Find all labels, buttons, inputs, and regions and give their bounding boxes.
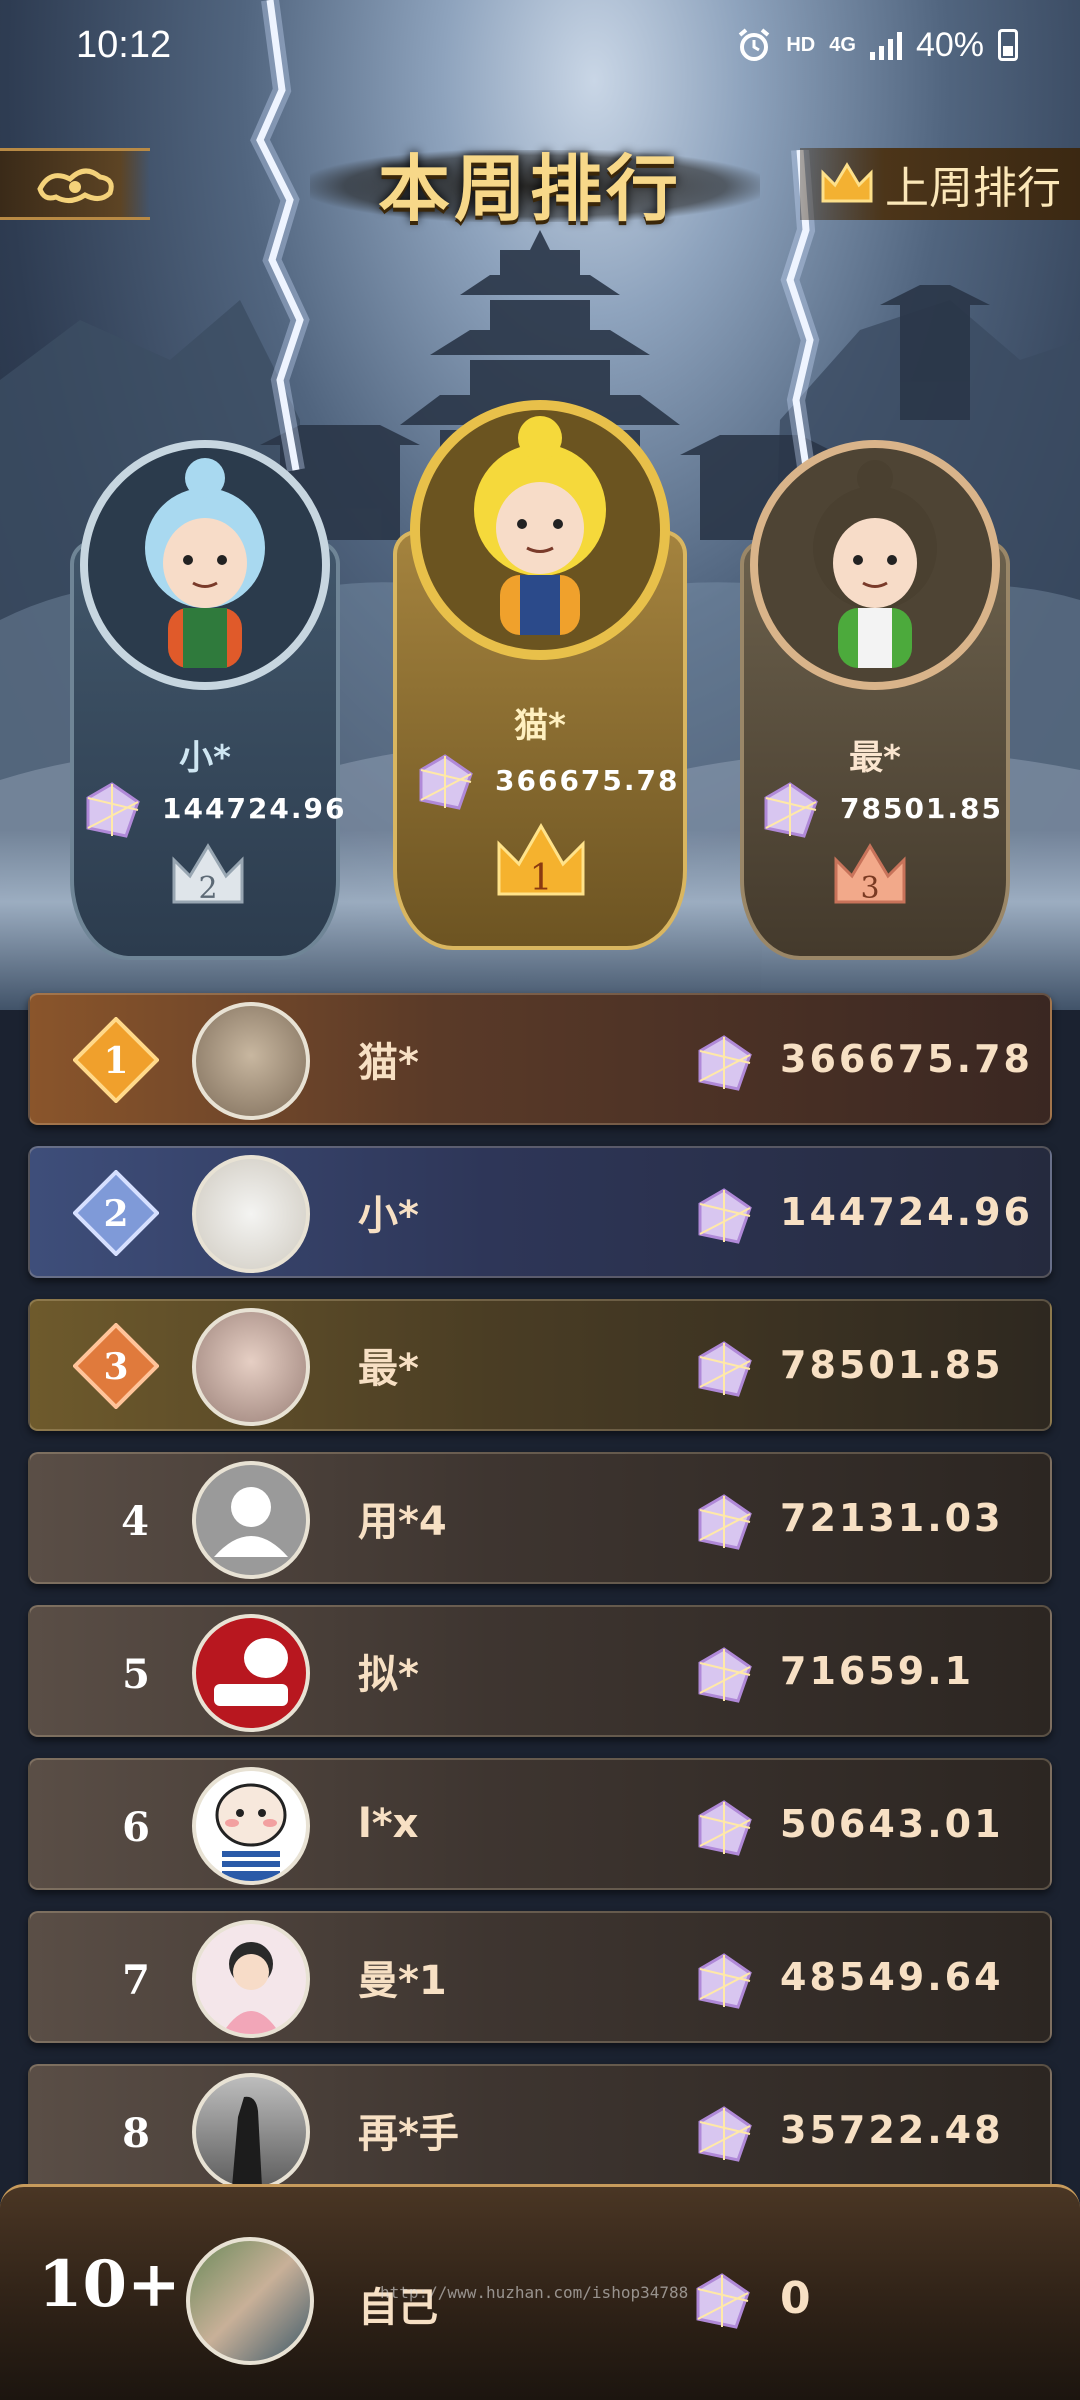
table-row[interactable]: 7 曼*1 48549.64 (28, 1911, 1052, 2043)
podium-score-first: 366675.78 (495, 764, 680, 797)
page-title: 本周排行 (377, 145, 682, 231)
network-indicator: 4G (829, 33, 856, 56)
gold-crown-icon: 1 (497, 823, 585, 899)
avatar (192, 2073, 310, 2191)
back-button[interactable] (0, 148, 150, 220)
table-row[interactable]: 8 再*手 35722.48 (28, 2064, 1052, 2196)
my-ranking-bar[interactable]: 10+ 自己 http://www.huzhan.com/ishop34788 … (0, 2184, 1080, 2400)
gem-icon (698, 1800, 752, 1856)
rank-number: 5 (122, 1651, 150, 1698)
gem-icon (698, 1494, 752, 1550)
user-name: 用*4 (358, 1499, 447, 1545)
gem-icon (696, 2273, 750, 2329)
table-row[interactable]: 3 最* 78501.85 (28, 1299, 1052, 1431)
watermark-text: http://www.huzhan.com/ishop34788 (380, 2283, 689, 2302)
table-row[interactable]: 1 猫* 366675.78 (28, 993, 1052, 1125)
podium-name-second: 小* (179, 738, 231, 778)
avatar (192, 1308, 310, 1426)
signal-icon (869, 32, 902, 60)
rank-badge-gold: 1 (73, 1017, 159, 1103)
avatar (192, 1767, 310, 1885)
user-name: 拟* (358, 1652, 419, 1698)
score-value: 72131.03 (780, 1496, 1004, 1540)
gem-icon (698, 1188, 752, 1244)
avatar (192, 1920, 310, 2038)
rank-number: 4 (121, 1498, 149, 1545)
table-row[interactable]: 2 小* 144724.96 (28, 1146, 1052, 1278)
score-value: 366675.78 (780, 1037, 1033, 1081)
alarm-icon (739, 28, 770, 61)
rank-number: 1 (103, 1040, 128, 1082)
header: 本周排行 上周排行 (0, 140, 1080, 231)
table-row[interactable]: 5 拟* 71659.1 (28, 1605, 1052, 1737)
user-name: 曼*1 (358, 1958, 447, 2004)
bronze-crown-number: 3 (860, 871, 879, 906)
last-week-ranking-button[interactable]: 上周排行 (800, 148, 1080, 220)
podium-first[interactable]: 猫* 366675.78 1 (385, 380, 695, 960)
user-name: l*x (358, 1801, 419, 1847)
my-score: 0 (780, 2273, 811, 2324)
podium-third[interactable]: 最* 78501.85 3 (730, 440, 1020, 960)
rank-badge-silver: 2 (73, 1170, 159, 1256)
rank-number: 8 (122, 2110, 150, 2157)
score-value: 144724.96 (780, 1190, 1033, 1234)
podium-avatar-second (80, 440, 330, 690)
user-name: 小* (358, 1193, 419, 1239)
user-name: 猫* (358, 1040, 419, 1086)
battery-icon (998, 29, 1018, 61)
silver-crown-icon: 2 (172, 843, 244, 906)
gem-icon (86, 782, 140, 838)
status-bar: 10:12 HD 4G 40% (0, 0, 1080, 90)
user-name: 再*手 (358, 2111, 459, 2157)
my-avatar (186, 2237, 314, 2365)
rank-number: 6 (122, 1804, 150, 1851)
score-value: 50643.01 (780, 1802, 1004, 1846)
gem-icon (698, 1341, 752, 1397)
podium-name-third: 最* (849, 738, 901, 778)
status-icons: HD 4G 40% (736, 26, 1018, 65)
podium-avatar-first (410, 400, 670, 660)
my-rank: 10+ (38, 2247, 181, 2322)
last-week-label: 上周排行 (885, 163, 1061, 214)
avatar (192, 1461, 310, 1579)
gem-icon (419, 754, 473, 810)
rank-number: 3 (103, 1346, 128, 1388)
podium-score-second: 144724.96 (162, 792, 347, 825)
gem-icon (698, 1035, 752, 1091)
silver-crown-number: 2 (198, 871, 217, 906)
default-user-icon (214, 1487, 288, 1557)
score-value: 71659.1 (780, 1649, 975, 1693)
crown-icon (821, 162, 873, 203)
podium-score-third: 78501.85 (840, 792, 1004, 825)
gem-icon (698, 1647, 752, 1703)
podium-second[interactable]: 小* 144724.96 2 (60, 440, 350, 960)
score-value: 78501.85 (780, 1343, 1004, 1387)
gem-icon (764, 782, 818, 838)
user-name: 最* (358, 1346, 419, 1392)
score-value: 35722.48 (780, 2108, 1004, 2152)
gem-icon (698, 1953, 752, 2009)
podium-avatar-third (750, 440, 1000, 690)
cloud-swirl-icon (37, 168, 114, 203)
gold-crown-number: 1 (530, 858, 553, 899)
avatar (192, 1155, 310, 1273)
podium-name-first: 猫* (514, 706, 566, 746)
score-value: 48549.64 (780, 1955, 1004, 1999)
avatar (192, 1002, 310, 1120)
table-row[interactable]: 6 l*x 50643.01 (28, 1758, 1052, 1890)
rank-number: 7 (122, 1957, 150, 2004)
hd-indicator: HD (786, 33, 816, 56)
gem-icon (698, 2106, 752, 2162)
avatar (192, 1614, 310, 1732)
bronze-crown-icon: 3 (834, 843, 906, 906)
battery-percent: 40% (915, 25, 984, 64)
table-row[interactable]: 4 用*4 72131.03 (28, 1452, 1052, 1584)
rank-number: 2 (103, 1193, 128, 1235)
status-time: 10:12 (76, 23, 172, 66)
rank-badge-bronze: 3 (73, 1323, 159, 1409)
